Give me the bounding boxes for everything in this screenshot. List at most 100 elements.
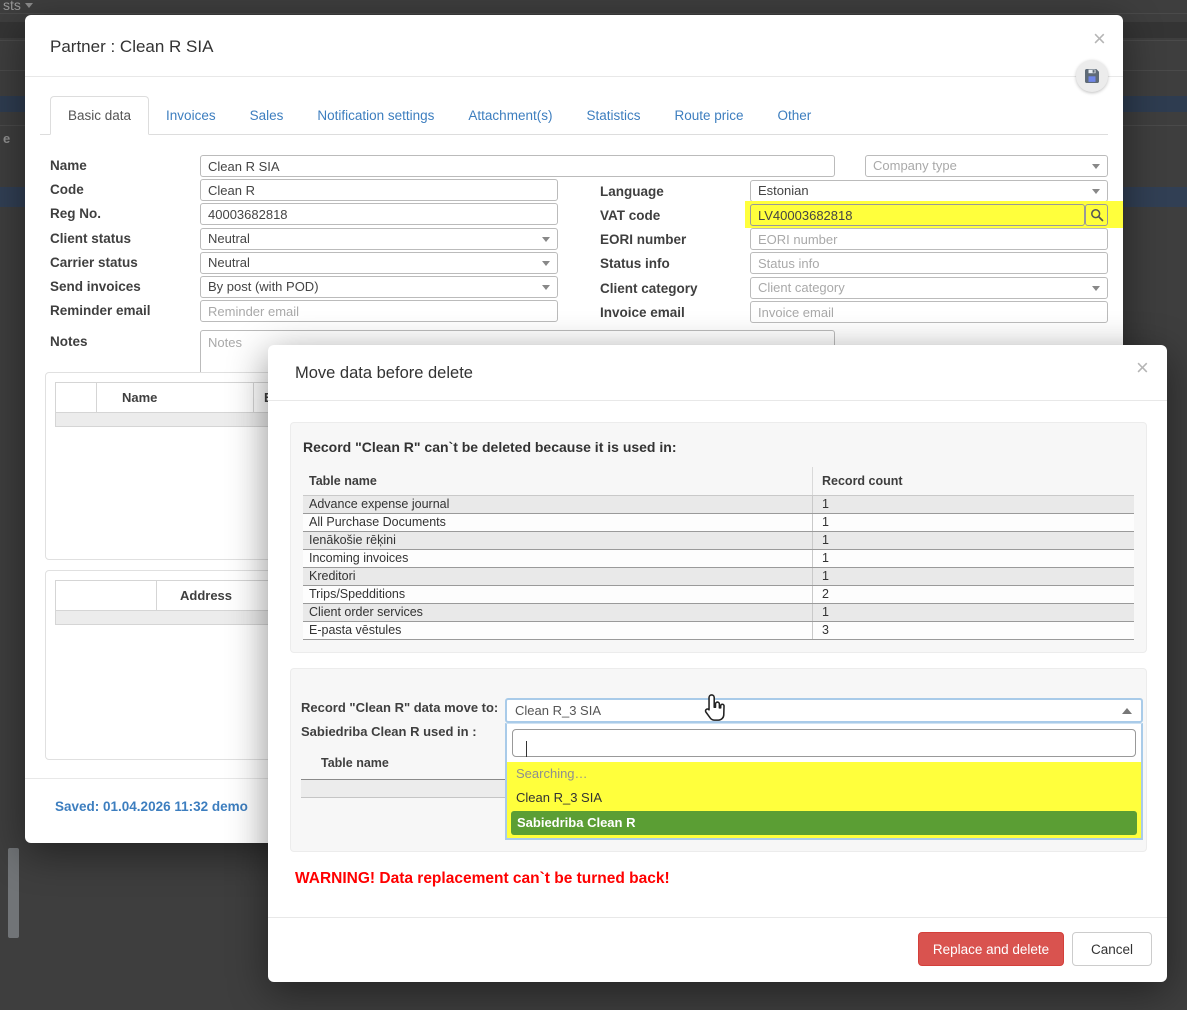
language-label: Language — [600, 184, 664, 199]
chevron-down-icon — [1092, 189, 1100, 194]
client-category-label: Client category — [600, 281, 698, 296]
dropdown-search-wrap — [507, 724, 1141, 762]
col-record-count: Record count — [812, 467, 1134, 495]
cell-record-count: 1 — [812, 532, 1134, 549]
vat-code-field[interactable] — [750, 204, 1085, 226]
carrier-status-label: Carrier status — [50, 255, 138, 270]
reg-no-field[interactable] — [200, 203, 558, 225]
chevron-down-icon — [542, 261, 550, 266]
chevron-down-icon — [542, 237, 550, 242]
eori-field[interactable] — [750, 228, 1108, 250]
close-icon[interactable]: × — [1136, 357, 1149, 379]
client-category-select[interactable]: Client category — [750, 277, 1108, 299]
cell-table-name: Ienākošie rēķini — [309, 533, 396, 547]
page-background: sts e Partner : Clean R SIA × Basic data… — [0, 0, 1187, 1010]
contacts-col-blank — [56, 383, 96, 412]
partner-tab[interactable]: Route price — [657, 97, 760, 134]
addresses-col-blank — [56, 581, 156, 610]
used-in-table-row: All Purchase Documents 1 — [303, 514, 1134, 532]
vat-code-label: VAT code — [600, 208, 661, 223]
status-info-field[interactable] — [750, 252, 1108, 274]
chevron-down-icon — [24, 3, 33, 8]
used-in-label: Sabiedriba Clean R used in : — [301, 724, 477, 739]
background-scrollbar — [8, 848, 19, 938]
partner-tab[interactable]: Notification settings — [300, 97, 451, 134]
used-in-table-row: Trips/Spedditions 2 — [303, 586, 1134, 604]
used-in-table-row: E-pasta vēstules 3 — [303, 622, 1134, 640]
dropdown-option-selected[interactable]: Sabiedriba Clean R — [511, 811, 1137, 835]
divider — [25, 76, 1123, 77]
partner-tabs: Basic data Invoices Sales Notification sett… — [40, 96, 1108, 135]
client-status-label: Client status — [50, 231, 132, 246]
cell-table-name: Trips/Spedditions — [309, 587, 406, 601]
partner-tab[interactable]: Statistics — [569, 97, 657, 134]
status-info-label: Status info — [600, 256, 670, 271]
used-in-table: Table name Record count Advance expense … — [303, 467, 1134, 640]
partner-modal-title: Partner : Clean R SIA — [50, 37, 214, 56]
search-icon — [1090, 209, 1103, 222]
saved-status: Saved: 01.04.2026 11:32 demo — [55, 799, 248, 814]
used-in-table-row: Advance expense journal 1 — [303, 496, 1134, 514]
cell-record-count: 1 — [812, 496, 1134, 513]
used-in-table-row: Client order services 1 — [303, 604, 1134, 622]
dropdown-search-input[interactable] — [512, 729, 1136, 757]
client-status-select[interactable]: Neutral — [200, 228, 558, 250]
move-modal-title: Move data before delete — [295, 364, 473, 382]
partner-tab[interactable]: Sales — [233, 97, 301, 134]
background-menu[interactable]: sts — [3, 0, 33, 13]
save-button[interactable] — [1076, 60, 1108, 92]
name-label: Name — [50, 158, 87, 173]
cell-record-count: 1 — [812, 550, 1134, 567]
carrier-status-select[interactable]: Neutral — [200, 252, 558, 274]
cell-record-count: 1 — [812, 604, 1134, 621]
chevron-up-icon — [1122, 708, 1132, 714]
notes-label: Notes — [50, 334, 88, 349]
invoice-email-label: Invoice email — [600, 305, 685, 320]
bg-row-line — [0, 13, 1187, 14]
replace-and-delete-button[interactable]: Replace and delete — [918, 932, 1064, 966]
partner-tab[interactable]: Attachment(s) — [451, 97, 569, 134]
cell-record-count: 1 — [812, 568, 1134, 585]
used-in-table-row: Incoming invoices 1 — [303, 550, 1134, 568]
cell-record-count: 2 — [812, 586, 1134, 603]
close-icon[interactable]: × — [1093, 28, 1106, 50]
partner-tab[interactable]: Basic data — [50, 96, 150, 135]
background-text-fragment: e — [3, 131, 11, 146]
dropdown-searching-item: Searching… — [516, 766, 588, 781]
company-type-select[interactable]: Company type — [865, 155, 1108, 177]
cell-table-name: All Purchase Documents — [309, 515, 446, 529]
code-field[interactable] — [200, 179, 558, 201]
divider — [268, 400, 1167, 401]
reg-no-label: Reg No. — [50, 206, 102, 221]
dropdown-results: Searching… Clean R_3 SIA Sabiedriba Clea… — [507, 762, 1141, 838]
move-to-select[interactable]: Clean R_3 SIA — [505, 698, 1143, 723]
cancel-button[interactable]: Cancel — [1072, 932, 1152, 966]
vat-search-button[interactable] — [1085, 204, 1108, 226]
eori-label: EORI number — [600, 232, 687, 247]
partner-tab[interactable]: Other — [761, 97, 829, 134]
contacts-col-name: Name — [96, 383, 253, 412]
used-in-panel: Record "Clean R" can`t be deleted becaus… — [290, 422, 1147, 653]
chevron-down-icon — [1092, 286, 1100, 291]
cell-table-name: Incoming invoices — [309, 551, 409, 565]
invoice-email-field[interactable] — [750, 301, 1108, 323]
floppy-disk-icon — [1085, 69, 1099, 83]
send-invoices-select[interactable]: By post (with POD) — [200, 276, 558, 298]
dropdown-option[interactable]: Clean R_3 SIA — [507, 786, 1141, 810]
partner-tab[interactable]: Invoices — [149, 97, 233, 134]
cell-table-name: Kreditori — [309, 569, 356, 583]
used-in-table-body: Advance expense journal 1 All Purchase D… — [303, 496, 1134, 640]
used-in-table-header: Table name Record count — [303, 467, 1134, 496]
used-in-heading: Record "Clean R" can`t be deleted becaus… — [303, 439, 677, 455]
move-to-dropdown: Searching… Clean R_3 SIA Sabiedriba Clea… — [505, 723, 1143, 840]
reminder-email-label: Reminder email — [50, 303, 151, 318]
cell-record-count: 1 — [812, 514, 1134, 531]
code-label: Code — [50, 182, 84, 197]
col-table-name: Table name — [309, 474, 377, 488]
second-table-header: Table name — [321, 756, 389, 770]
used-in-table-row: Ienākošie rēķini 1 — [303, 532, 1134, 550]
language-select[interactable]: Estonian — [750, 180, 1108, 202]
name-field[interactable] — [200, 155, 835, 177]
reminder-email-field[interactable] — [200, 300, 558, 322]
warning-text: WARNING! Data replacement can`t be turne… — [295, 870, 670, 887]
